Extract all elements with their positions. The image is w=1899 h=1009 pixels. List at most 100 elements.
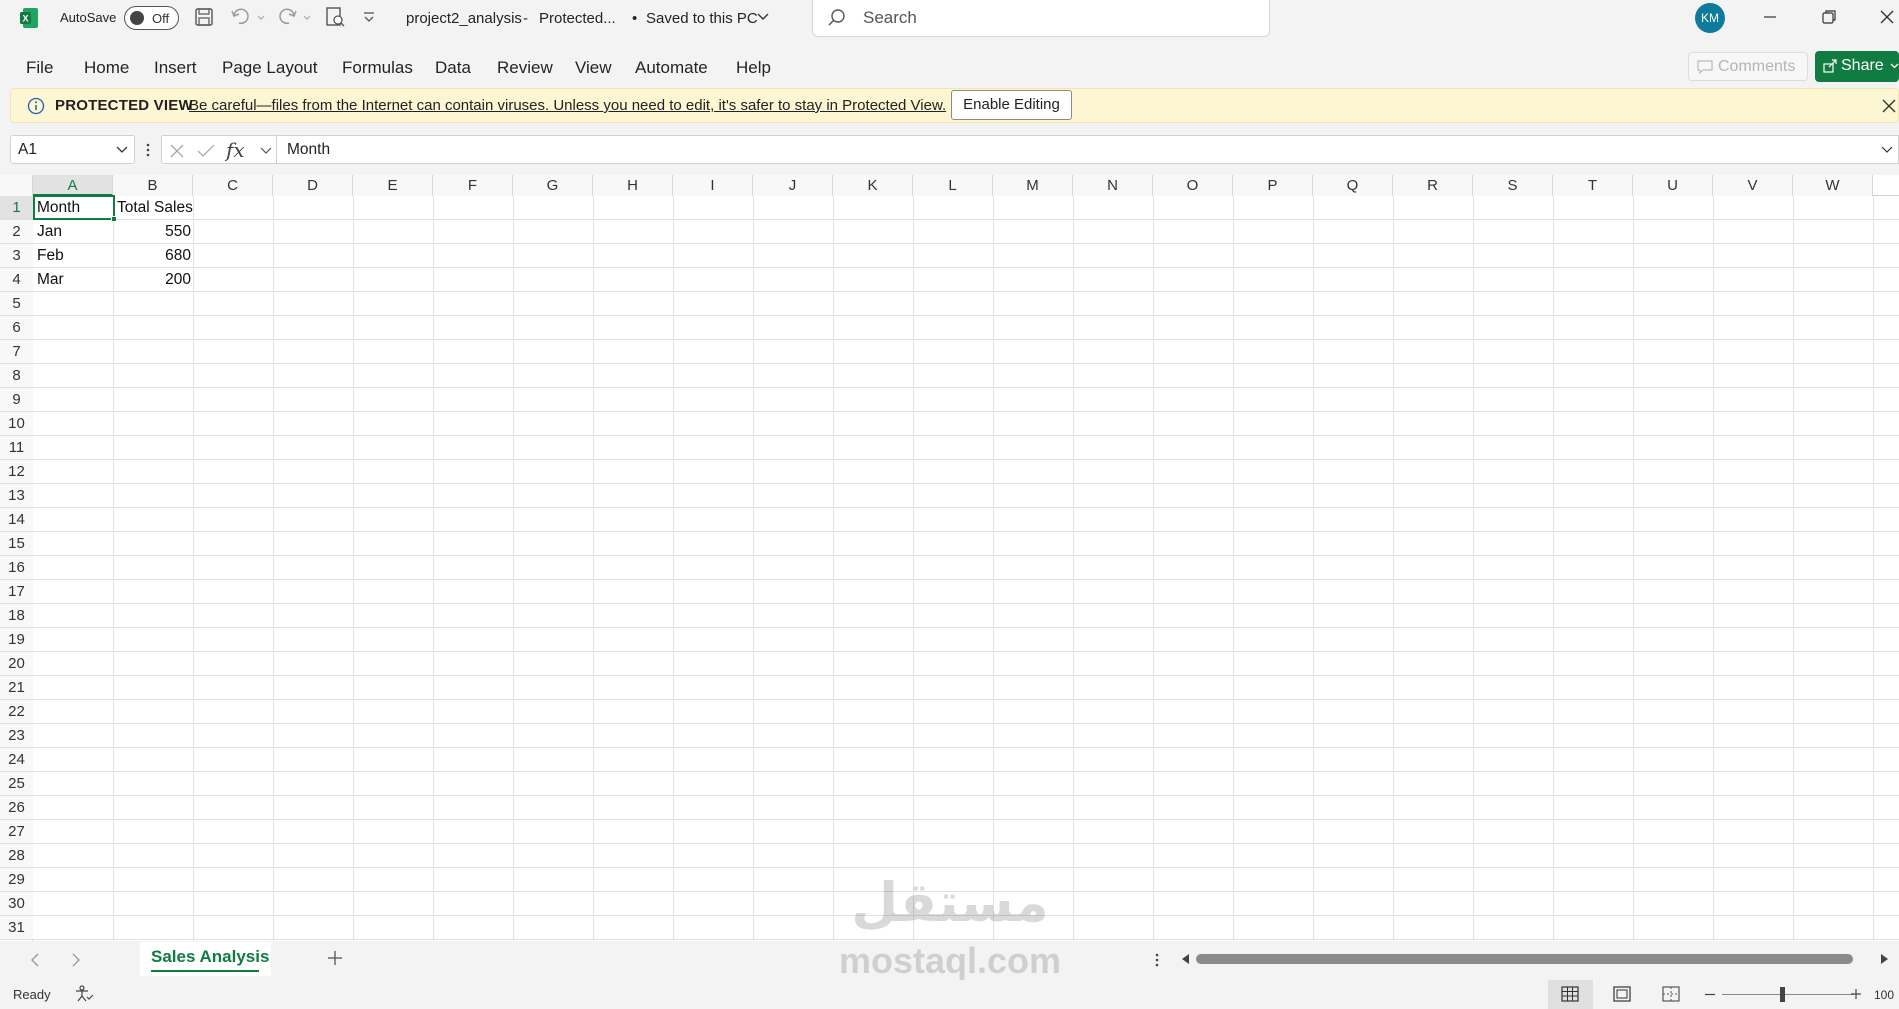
add-sheet-icon[interactable] (327, 950, 343, 966)
tab-data[interactable]: Data (435, 58, 471, 78)
row-header-30[interactable]: 30 (0, 892, 33, 916)
cell-b1[interactable]: Total Sales (114, 196, 196, 220)
column-header-j[interactable]: J (753, 175, 833, 196)
row-header-17[interactable]: 17 (0, 580, 33, 604)
row-header-25[interactable]: 25 (0, 772, 33, 796)
column-header-d[interactable]: D (273, 175, 353, 196)
row-header-10[interactable]: 10 (0, 412, 33, 436)
chevron-down-icon[interactable] (260, 147, 272, 155)
undo-icon[interactable] (230, 7, 266, 27)
cell-b2[interactable]: 550 (114, 220, 194, 244)
column-header-v[interactable]: V (1713, 175, 1793, 196)
horizontal-scrollbar[interactable] (1196, 954, 1853, 964)
accessibility-icon[interactable] (74, 985, 94, 1003)
fill-handle[interactable] (111, 216, 117, 222)
row-header-21[interactable]: 21 (0, 676, 33, 700)
row-header-18[interactable]: 18 (0, 604, 33, 628)
row-header-22[interactable]: 22 (0, 700, 33, 724)
select-all-corner[interactable] (0, 175, 33, 196)
row-header-1[interactable]: 1 (0, 196, 33, 220)
row-header-27[interactable]: 27 (0, 820, 33, 844)
column-header-p[interactable]: P (1233, 175, 1313, 196)
column-header-q[interactable]: Q (1313, 175, 1393, 196)
search-box[interactable]: Search (812, 0, 1270, 37)
share-button[interactable]: Share (1815, 51, 1899, 82)
sheet-tab-sales-analysis[interactable]: Sales Analysis (140, 942, 271, 976)
row-header-26[interactable]: 26 (0, 796, 33, 820)
column-header-h[interactable]: H (593, 175, 673, 196)
row-header-19[interactable]: 19 (0, 628, 33, 652)
tab-formulas[interactable]: Formulas (342, 58, 413, 78)
chevron-left-icon[interactable] (30, 952, 40, 968)
row-header-5[interactable]: 5 (0, 292, 33, 316)
zoom-slider-thumb[interactable] (1780, 987, 1785, 1002)
cell-a2[interactable]: Jan (34, 220, 65, 244)
row-header-31[interactable]: 31 (0, 916, 33, 940)
row-header-12[interactable]: 12 (0, 460, 33, 484)
tab-automate[interactable]: Automate (635, 58, 708, 78)
row-header-24[interactable]: 24 (0, 748, 33, 772)
tab-page-layout[interactable]: Page Layout (222, 58, 317, 78)
row-header-3[interactable]: 3 (0, 244, 33, 268)
normal-view-button[interactable] (1548, 980, 1593, 1009)
chevron-down-icon[interactable] (116, 146, 128, 154)
zoom-out-icon[interactable] (1704, 993, 1716, 996)
tab-file[interactable]: File (26, 58, 53, 78)
enable-editing-button[interactable]: Enable Editing (951, 90, 1072, 120)
autosave-toggle[interactable]: Off (124, 6, 179, 30)
comments-button[interactable]: Comments (1688, 52, 1808, 81)
protected-view-message[interactable]: Be careful—files from the Internet can c… (189, 97, 946, 114)
column-header-u[interactable]: U (1633, 175, 1713, 196)
save-icon[interactable] (194, 7, 214, 27)
row-header-23[interactable]: 23 (0, 724, 33, 748)
row-header-8[interactable]: 8 (0, 364, 33, 388)
name-box[interactable]: A1 (10, 135, 135, 164)
column-header-m[interactable]: M (993, 175, 1073, 196)
row-header-4[interactable]: 4 (0, 268, 33, 292)
print-preview-icon[interactable] (324, 6, 346, 28)
cancel-icon[interactable] (169, 143, 185, 159)
row-header-7[interactable]: 7 (0, 340, 33, 364)
tab-view[interactable]: View (575, 58, 612, 78)
cell-a4[interactable]: Mar (34, 268, 67, 292)
column-header-g[interactable]: G (513, 175, 593, 196)
column-header-o[interactable]: O (1153, 175, 1233, 196)
column-header-e[interactable]: E (353, 175, 433, 196)
formula-input[interactable]: Month (276, 135, 1899, 164)
chevron-down-icon[interactable] (1881, 146, 1893, 154)
column-header-w[interactable]: W (1793, 175, 1873, 196)
tab-insert[interactable]: Insert (154, 58, 197, 78)
redo-icon[interactable] (276, 7, 312, 27)
cell-a3[interactable]: Feb (34, 244, 67, 268)
column-header-i[interactable]: I (673, 175, 753, 196)
column-header-l[interactable]: L (913, 175, 993, 196)
scroll-right-icon[interactable] (1880, 953, 1890, 965)
row-header-20[interactable]: 20 (0, 652, 33, 676)
row-header-9[interactable]: 9 (0, 388, 33, 412)
row-header-15[interactable]: 15 (0, 532, 33, 556)
row-header-28[interactable]: 28 (0, 844, 33, 868)
row-header-2[interactable]: 2 (0, 220, 33, 244)
column-header-r[interactable]: R (1393, 175, 1473, 196)
tab-review[interactable]: Review (497, 58, 553, 78)
cell-b4[interactable]: 200 (114, 268, 194, 292)
column-header-f[interactable]: F (433, 175, 513, 196)
minimize-icon[interactable] (1762, 9, 1778, 25)
close-icon[interactable] (1882, 99, 1896, 113)
scroll-left-icon[interactable] (1180, 953, 1190, 965)
avatar[interactable]: KM (1695, 3, 1725, 33)
row-header-14[interactable]: 14 (0, 508, 33, 532)
chevron-right-icon[interactable] (71, 952, 81, 968)
row-header-6[interactable]: 6 (0, 316, 33, 340)
more-options-icon[interactable] (145, 142, 151, 158)
zoom-level[interactable]: 100 (1874, 988, 1894, 1002)
tab-home[interactable]: Home (84, 58, 129, 78)
restore-icon[interactable] (1821, 9, 1837, 25)
column-header-a[interactable]: A (33, 175, 113, 196)
page-layout-view-icon[interactable] (1613, 986, 1631, 1002)
row-header-13[interactable]: 13 (0, 484, 33, 508)
check-icon[interactable] (197, 143, 215, 159)
row-header-29[interactable]: 29 (0, 868, 33, 892)
zoom-slider-track[interactable] (1722, 994, 1854, 995)
tab-help[interactable]: Help (736, 58, 771, 78)
